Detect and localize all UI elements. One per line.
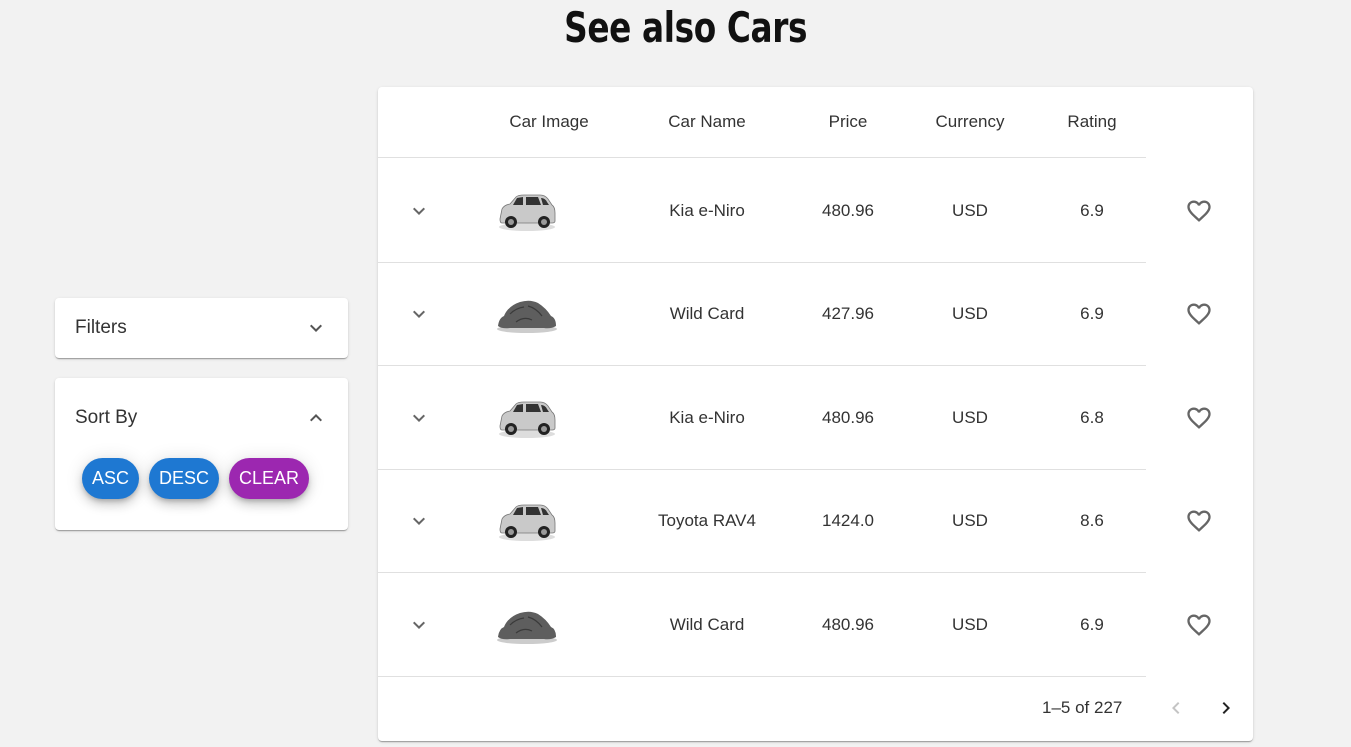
heart-icon[interactable] [1185,300,1213,328]
table-row: Toyota RAV4 1424.0 USD 8.6 [378,469,1211,573]
cell-price: 1424.0 [822,511,874,530]
page-title: See also Cars [564,3,808,52]
cell-rating: 6.9 [1080,201,1104,220]
cell-car-name: Wild Card [669,304,745,323]
chevron-down-icon[interactable] [407,302,431,326]
table-header: Car Image Car Name Price Currency Rating [378,87,1146,158]
heart-icon[interactable] [1185,611,1213,639]
suv-car-image [496,390,558,442]
sort-header[interactable]: Sort By [55,378,348,458]
cell-car-name: Wild Card [669,615,745,634]
table-row: Kia e-Niro 480.96 USD 6.9 [378,159,1211,263]
cell-currency: USD [952,304,988,323]
header-car-name: Car Name [668,112,746,131]
cell-currency: USD [952,511,988,530]
cell-currency: USD [952,201,988,220]
chevron-down-icon[interactable] [407,199,431,223]
sort-desc-button[interactable]: DESC [149,458,220,499]
header-car-image: Car Image [509,112,589,131]
table-row: Kia e-Niro 480.96 USD 6.8 [378,366,1211,470]
header-currency: Currency [935,112,1005,131]
cell-rating: 6.8 [1080,408,1104,427]
cell-price: 480.96 [822,408,874,427]
chevron-down-icon[interactable] [407,406,431,430]
suv-car-image [496,493,558,545]
cell-car-name: Kia e-Niro [669,408,745,427]
heart-icon[interactable] [1185,404,1213,432]
cell-rating: 8.6 [1080,511,1104,530]
suv-car-image [496,183,558,235]
filters-panel[interactable]: Filters [55,298,348,358]
chevron-down-icon[interactable] [304,316,328,340]
sort-asc-button[interactable]: ASC [82,458,140,499]
cars-table: Car Image Car Name Price Currency Rating… [378,87,1253,741]
cell-currency: USD [952,615,988,634]
chevron-down-icon[interactable] [407,613,431,637]
heart-icon[interactable] [1185,197,1213,225]
heart-icon[interactable] [1185,507,1213,535]
covered-car-image [496,597,558,649]
cell-rating: 6.9 [1080,615,1104,634]
cell-price: 480.96 [822,201,874,220]
cell-currency: USD [952,408,988,427]
cell-car-name: Kia e-Niro [669,201,745,220]
cell-price: 427.96 [822,304,874,323]
pagination: 1–5 of 227 [378,675,1253,741]
sort-clear-button[interactable]: CLEAR [229,458,310,499]
sort-buttons: ASC DESC CLEAR [55,458,348,499]
cell-car-name: Toyota RAV4 [658,511,756,530]
filters-label: Filters [75,317,127,338]
table-row: Wild Card 427.96 USD 6.9 [378,262,1211,366]
sort-label: Sort By [75,407,138,428]
covered-car-image [496,286,558,338]
table-row: Wild Card 480.96 USD 6.9 [378,573,1211,677]
header-rating: Rating [1067,112,1117,131]
chevron-left-icon[interactable] [1164,696,1188,720]
chevron-up-icon[interactable] [304,406,328,430]
sort-panel: Sort By ASC DESC CLEAR [55,378,348,530]
pagination-range: 1–5 of 227 [1042,698,1123,717]
cell-rating: 6.9 [1080,304,1104,323]
header-price: Price [828,112,868,131]
cell-price: 480.96 [822,615,874,634]
chevron-right-icon[interactable] [1214,696,1238,720]
chevron-down-icon[interactable] [407,509,431,533]
